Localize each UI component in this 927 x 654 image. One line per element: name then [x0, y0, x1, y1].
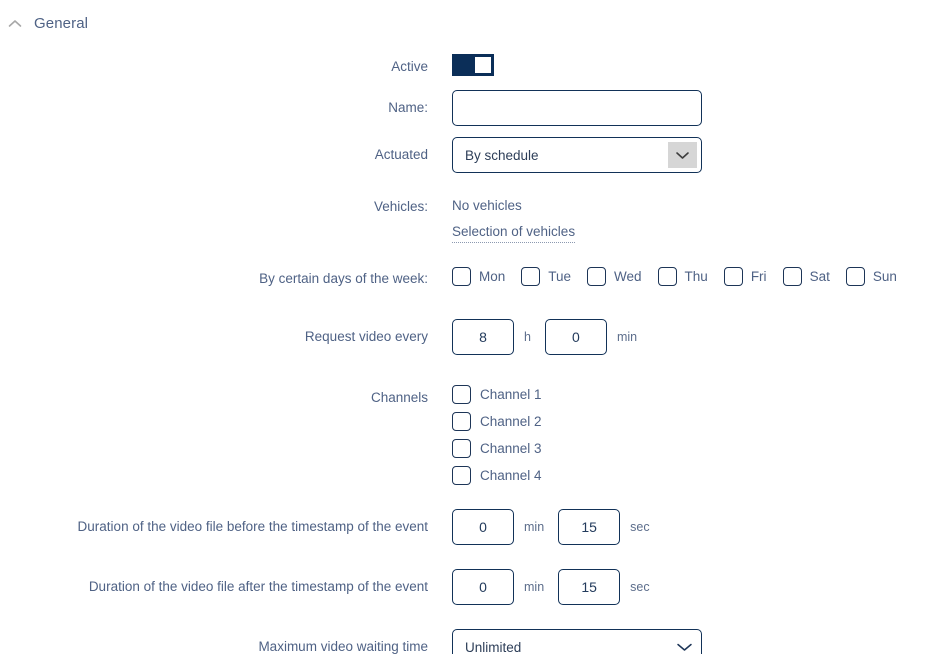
section-title: General: [34, 14, 89, 32]
unit-after-seconds: sec: [630, 580, 650, 594]
unit-before-minutes: min: [524, 520, 545, 534]
unit-minutes: min: [616, 330, 638, 344]
label-request-video-every: Request video every: [304, 329, 428, 344]
label-duration-after: Duration of the video file after the tim…: [88, 579, 428, 594]
row-actuated: Actuated By schedule: [0, 137, 927, 184]
duration-before-seconds-input[interactable]: [558, 509, 621, 545]
unit-after-minutes: min: [524, 580, 545, 594]
label-wed: Wed: [614, 269, 642, 284]
day-mon[interactable]: Mon: [452, 267, 505, 286]
label-channel-3: Channel 3: [480, 441, 542, 456]
row-max-waiting-time: Maximum video waiting time Unlimited: [0, 629, 927, 654]
max-waiting-time-select[interactable]: Unlimited: [452, 629, 702, 654]
row-active: Active: [0, 54, 927, 90]
row-duration-before: Duration of the video file before the ti…: [0, 509, 927, 569]
day-sat[interactable]: Sat: [782, 267, 830, 286]
label-channel-2: Channel 2: [480, 414, 542, 429]
duration-after-seconds-input[interactable]: [558, 569, 621, 605]
label-tue: Tue: [548, 269, 572, 284]
label-channel-4: Channel 4: [480, 468, 542, 483]
row-days-of-week: By certain days of the week: Mon Tue Wed…: [0, 267, 927, 307]
channel-1[interactable]: Channel 1: [452, 385, 542, 404]
label-thu: Thu: [684, 269, 708, 284]
label-mon: Mon: [479, 269, 506, 284]
label-sun: Sun: [872, 269, 897, 284]
duration-before-minutes-input[interactable]: [452, 509, 514, 545]
label-channels: Channels: [370, 390, 428, 405]
checkbox-sun[interactable]: [845, 267, 865, 286]
chevron-down-icon[interactable]: [668, 142, 697, 168]
duration-after-minutes-input[interactable]: [452, 569, 514, 605]
checkbox-channel-4[interactable]: [452, 466, 471, 485]
day-thu[interactable]: Thu: [657, 267, 708, 286]
active-toggle[interactable]: [452, 54, 494, 76]
toggle-knob: [474, 56, 492, 74]
row-channels: Channels Channel 1 Channel 2 Channel 3 C…: [0, 385, 927, 485]
section-header-general: General: [0, 14, 88, 32]
selection-of-vehicles-link[interactable]: Selection of vehicles: [452, 222, 576, 243]
actuated-select[interactable]: By schedule: [452, 137, 702, 173]
label-days-of-week: By certain days of the week:: [259, 271, 428, 286]
checkbox-thu[interactable]: [657, 267, 677, 286]
request-minutes-input[interactable]: [544, 319, 607, 355]
row-vehicles: Vehicles: No vehicles Selection of vehic…: [0, 196, 927, 243]
checkbox-tue[interactable]: [521, 267, 541, 286]
max-waiting-time-selected-value: Unlimited: [465, 639, 522, 654]
chevron-up-icon[interactable]: [6, 14, 24, 32]
label-actuated: Actuated: [374, 147, 428, 162]
checkbox-mon[interactable]: [452, 267, 471, 286]
label-vehicles: Vehicles:: [373, 199, 428, 214]
checkbox-channel-2[interactable]: [452, 412, 471, 431]
vehicles-status: No vehicles: [452, 198, 522, 213]
general-form: Active Name: Actuated By schedule Vehicl…: [0, 54, 927, 654]
label-active: Active: [391, 59, 428, 74]
checkbox-wed[interactable]: [587, 267, 607, 286]
row-request-video-every: Request video every h min: [0, 319, 927, 367]
actuated-selected-value: By schedule: [465, 147, 539, 163]
label-duration-before: Duration of the video file before the ti…: [77, 519, 428, 534]
name-input[interactable]: [452, 90, 702, 126]
checkbox-sat[interactable]: [782, 267, 802, 286]
unit-hours: h: [524, 330, 531, 344]
label-sat: Sat: [809, 269, 830, 284]
unit-before-seconds: sec: [630, 520, 650, 534]
label-fri: Fri: [750, 269, 767, 284]
label-name: Name:: [388, 100, 428, 115]
row-name: Name:: [0, 90, 927, 137]
checkbox-fri[interactable]: [723, 267, 743, 286]
checkbox-channel-1[interactable]: [452, 385, 471, 404]
channel-3[interactable]: Channel 3: [452, 439, 542, 458]
day-tue[interactable]: Tue: [521, 267, 571, 286]
day-wed[interactable]: Wed: [587, 267, 642, 286]
label-max-waiting-time: Maximum video waiting time: [258, 639, 428, 654]
day-fri[interactable]: Fri: [723, 267, 767, 286]
channel-2[interactable]: Channel 2: [452, 412, 542, 431]
day-sun[interactable]: Sun: [845, 267, 897, 286]
channel-4[interactable]: Channel 4: [452, 466, 542, 485]
chevron-down-icon[interactable]: [667, 642, 701, 652]
row-duration-after: Duration of the video file after the tim…: [0, 569, 927, 629]
settings-page: General Active Name: Actuated By schedul…: [0, 0, 927, 654]
checkbox-channel-3[interactable]: [452, 439, 471, 458]
label-channel-1: Channel 1: [480, 387, 542, 402]
request-hours-input[interactable]: [452, 319, 514, 355]
